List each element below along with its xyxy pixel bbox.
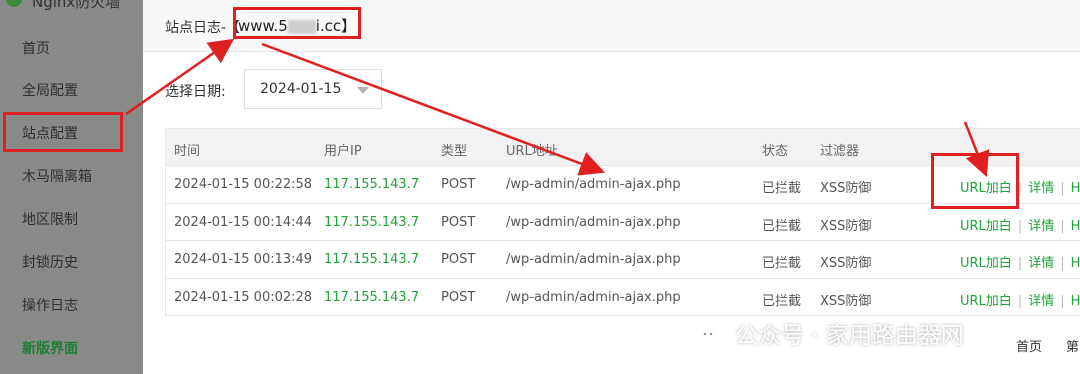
sidebar-item-region-limit[interactable]: 地区限制	[22, 209, 78, 229]
date-value: 2024-01-15	[260, 81, 342, 97]
separator: |	[1017, 256, 1023, 271]
cell-filter: XSS防御	[820, 181, 872, 196]
cell-url: /wp-admin/admin-ajax.php	[506, 177, 681, 192]
sidebar-header: Nginx防火墙	[0, 0, 143, 18]
cell-time: 2024-01-15 00:22:58	[174, 177, 313, 192]
url-whitelist-link[interactable]: URL加白	[960, 256, 1012, 271]
cell-url: /wp-admin/admin-ajax.php	[506, 214, 681, 230]
watermark: 公众号 · 家用路由器网	[697, 316, 964, 350]
row-actions: URL加白 | 详情 | H	[960, 252, 1080, 271]
cell-ip: 117.155.143.7	[324, 177, 420, 192]
more-link[interactable]: H	[1071, 181, 1080, 196]
cell-ip: 117.155.143.7	[324, 252, 420, 267]
sidebar-item-trojan-quarantine[interactable]: 木马隔离箱	[22, 166, 92, 186]
cell-time: 2024-01-15 00:14:44	[174, 214, 313, 230]
more-link[interactable]: H	[1071, 294, 1080, 309]
separator: |	[1060, 293, 1065, 309]
highlight-box-url-whitelist	[931, 153, 1019, 209]
caret-down-icon	[357, 87, 369, 94]
detail-link[interactable]: 详情	[1028, 256, 1054, 271]
date-select[interactable]: 2024-01-15	[244, 69, 382, 109]
cell-filter: XSS防御	[820, 256, 872, 271]
url-whitelist-link[interactable]: URL加白	[960, 294, 1012, 309]
url-whitelist-link[interactable]: URL加白	[960, 219, 1012, 234]
cell-type: POST	[441, 177, 476, 192]
cell-filter: XSS防御	[820, 218, 872, 234]
sidebar-item-global-config[interactable]: 全局配置	[22, 80, 78, 100]
table-row: 2024-01-15 00:13:49 117.155.143.7 POST /…	[166, 241, 1080, 279]
cell-status: 已拦截	[762, 293, 802, 309]
cell-filter: XSS防御	[820, 293, 872, 309]
cell-url: /wp-admin/admin-ajax.php	[506, 252, 681, 267]
row-actions: URL加白 | 详情 | H	[960, 215, 1080, 234]
date-label: 选择日期:	[165, 84, 226, 100]
cell-status: 已拦截	[762, 256, 802, 271]
separator: |	[1017, 218, 1023, 234]
modal-title-prefix: 站点日志-【	[165, 20, 241, 36]
detail-link[interactable]: 详情	[1028, 219, 1054, 234]
sidebar-item-home[interactable]: 首页	[22, 38, 50, 58]
header-time: 时间	[174, 144, 201, 159]
detail-link[interactable]: 详情	[1028, 294, 1054, 309]
table-row: 2024-01-15 00:14:44 117.155.143.7 POST /…	[166, 203, 1080, 241]
cell-type: POST	[441, 252, 476, 267]
highlight-box-site-config	[3, 112, 123, 152]
header-status: 状态	[762, 144, 789, 159]
header-type: 类型	[441, 144, 468, 159]
separator: |	[1060, 218, 1065, 234]
cell-ip: 117.155.143.7	[324, 289, 420, 305]
cell-time: 2024-01-15 00:13:49	[174, 252, 313, 267]
sidebar-item-block-history[interactable]: 封锁历史	[22, 252, 78, 272]
pager-next[interactable]: 第	[1066, 336, 1079, 355]
more-link[interactable]: H	[1071, 219, 1080, 234]
separator: |	[1060, 256, 1065, 271]
pager-first[interactable]: 首页	[1016, 336, 1042, 355]
cell-type: POST	[441, 214, 476, 230]
table-row: 2024-01-15 00:02:28 117.155.143.7 POST /…	[166, 278, 1080, 316]
header-url: URL地址	[506, 144, 558, 159]
watermark-text: 公众号 · 家用路由器网	[735, 323, 964, 349]
cell-url: /wp-admin/admin-ajax.php	[506, 289, 681, 305]
firewall-logo-icon	[6, 0, 22, 7]
cell-ip: 117.155.143.7	[324, 214, 420, 230]
cell-time: 2024-01-15 00:02:28	[174, 289, 313, 305]
cell-type: POST	[441, 289, 476, 305]
cell-status: 已拦截	[762, 181, 802, 196]
sidebar-item-operation-log[interactable]: 操作日志	[22, 295, 78, 315]
detail-link[interactable]: 详情	[1028, 181, 1054, 196]
header-ip: 用户IP	[324, 144, 362, 159]
sidebar-title: Nginx防火墙	[32, 0, 121, 11]
sidebar: Nginx防火墙 首页 全局配置 站点配置 木马隔离箱 地区限制 封锁历史 操作…	[0, 0, 143, 374]
highlight-box-site-domain	[233, 7, 361, 39]
separator: |	[1060, 181, 1065, 196]
separator: |	[1017, 293, 1023, 309]
row-actions: URL加白 | 详情 | H	[960, 290, 1080, 309]
header-filter: 过滤器	[820, 144, 860, 159]
sidebar-item-new-ui[interactable]: 新版界面	[22, 338, 78, 358]
wechat-icon	[698, 326, 726, 347]
more-link[interactable]: H	[1071, 256, 1080, 271]
cell-status: 已拦截	[762, 218, 802, 234]
